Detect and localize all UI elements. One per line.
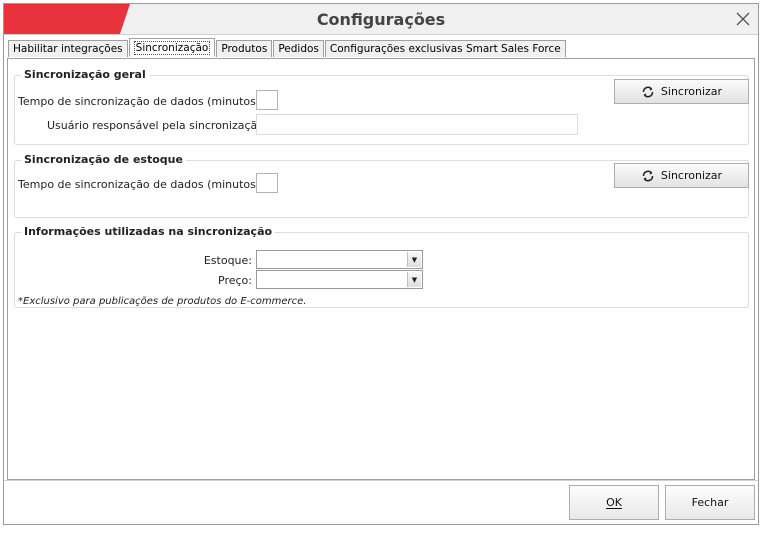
close-button[interactable] [728,4,758,34]
sync-stock-interval-input[interactable] [256,173,278,193]
sync-user-label: Usuário responsável pela sincronização: [47,119,268,132]
tab-produtos[interactable]: Produtos [216,40,273,57]
tab-pedidos[interactable]: Pedidos [273,40,324,57]
tab-label: Habilitar integrações [13,43,123,55]
close-dialog-button-label: Fechar [691,496,729,509]
sync-general-interval-label: Tempo de sincronização de dados (minutos… [18,95,264,108]
price-select[interactable]: ▼ [256,270,423,289]
footer-divider [4,480,758,481]
refresh-icon [642,86,654,97]
dialog-title: Configurações [316,10,446,29]
sync-info-title: Informações utilizadas na sincronização [21,225,276,238]
sync-stock-button[interactable]: Sincronizar [614,163,749,188]
title-bar: Configurações [4,4,758,35]
tab-sincronizacao[interactable]: Sincronização [128,38,216,57]
tab-label: Configurações exclusivas Smart Sales For… [329,43,561,55]
tab-label: Produtos [221,43,268,55]
sync-stock-title: Sincronização de estoque [21,153,186,166]
sync-general-title: Sincronização geral [21,68,149,81]
sync-stock-interval-label: Tempo de sincronização de dados (minutos… [18,178,264,191]
sync-general-interval-input[interactable] [256,90,278,110]
sincronizacao-panel: Sincronização geral Tempo de sincronizaç… [7,58,755,480]
sync-user-input[interactable] [256,114,578,135]
chevron-down-icon[interactable]: ▼ [407,252,421,267]
sync-general-button[interactable]: Sincronizar [614,79,749,104]
tab-label: Pedidos [278,43,319,55]
price-label: Preço: [218,274,252,287]
ecommerce-note: *Exclusivo para publicações de produtos … [18,296,307,307]
sync-general-button-label: Sincronizar [660,85,723,98]
tab-habilitar-integracoes[interactable]: Habilitar integrações [8,40,128,57]
sync-stock-button-label: Sincronizar [660,169,723,182]
refresh-icon [642,170,654,181]
stock-select[interactable]: ▼ [256,250,423,269]
ok-button[interactable]: OK [569,485,659,520]
chevron-down-icon[interactable]: ▼ [407,272,421,287]
configuracoes-dialog: Configurações Habilitar integrações Sinc… [3,3,759,525]
tab-smart-sales-force[interactable]: Configurações exclusivas Smart Sales For… [324,40,566,57]
tab-strip: Habilitar integrações Sincronização Prod… [8,38,567,58]
ok-button-label: OK [606,496,622,509]
stock-label: Estoque: [203,254,252,267]
tab-label: Sincronização [133,41,211,55]
close-dialog-button[interactable]: Fechar [665,485,755,520]
close-icon [736,12,750,26]
